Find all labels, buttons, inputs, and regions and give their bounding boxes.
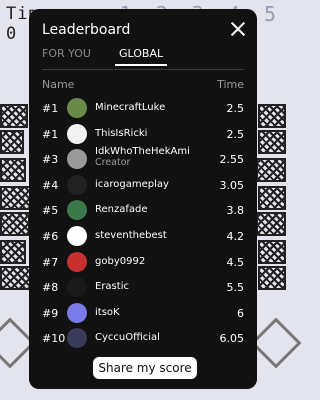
- leaderboard-row: #8 Erastic 5.5: [42, 275, 244, 301]
- player-name: ThisIsRicki: [95, 127, 148, 139]
- player-name: MinecraftLuke: [95, 102, 166, 113]
- scribble-block: [0, 130, 24, 154]
- avatar: [67, 200, 87, 221]
- row-rank: #7: [42, 255, 59, 269]
- leaderboard-tabs: FOR YOU GLOBAL: [42, 47, 244, 69]
- player-name: icarogameplay: [95, 178, 169, 190]
- leaderboard-row: #1 MinecraftLuke 2.5: [42, 96, 244, 122]
- scribble-block: [256, 212, 286, 236]
- row-time: 2.5: [226, 102, 245, 115]
- row-time: 5.5: [226, 281, 245, 295]
- row-time: 4.2: [226, 230, 245, 243]
- avatar: [67, 302, 87, 323]
- player-name: Erastic: [95, 281, 129, 293]
- scribble-block: [0, 104, 28, 128]
- tabs-divider: [42, 69, 244, 70]
- row-time: 2.5: [226, 127, 245, 141]
- scribble-block: [258, 240, 286, 264]
- player-name: itsoK: [95, 306, 120, 318]
- right-arrow-icon[interactable]: [250, 317, 302, 369]
- scribble-block: [258, 130, 286, 154]
- avatar: [67, 174, 87, 195]
- share-score-button[interactable]: Share my score: [93, 357, 197, 379]
- scribble-block: [0, 158, 26, 182]
- scribble-block: [258, 186, 286, 210]
- column-header-name: Name: [42, 78, 75, 91]
- scribble-block: [258, 104, 286, 128]
- avatar: [67, 123, 87, 144]
- leaderboard-row: #7 goby0992 4.5: [42, 250, 244, 276]
- leaderboard-row: #5 Renzafade 3.8: [42, 198, 244, 224]
- avatar: [67, 98, 87, 118]
- player-name: CyccuOfficial: [95, 332, 160, 344]
- row-rank: #8: [42, 281, 59, 295]
- row-rank: #5: [42, 204, 59, 218]
- player-role-label: Creator: [95, 157, 131, 169]
- player-name: goby0992: [95, 255, 146, 267]
- tab-for-you[interactable]: FOR YOU: [42, 47, 91, 64]
- close-icon[interactable]: [229, 20, 247, 38]
- row-time: 2.55: [219, 153, 245, 167]
- avatar: [67, 251, 87, 272]
- row-rank: #6: [42, 230, 59, 243]
- row-rank: #10: [42, 332, 66, 346]
- leaderboard-row: #1 ThisIsRicki 2.5: [42, 122, 244, 148]
- leaderboard-row: #10 CyccuOfficial 6.05: [42, 326, 244, 352]
- player-name: steventhebest: [95, 230, 167, 241]
- scribble-block: [0, 212, 30, 236]
- scribble-block: [258, 266, 286, 290]
- scribble-block: [256, 158, 286, 182]
- avatar: [67, 328, 87, 349]
- player-name: IdkWhoTheHekAmi: [95, 146, 190, 158]
- row-time: 3.8: [226, 204, 245, 218]
- row-rank: #9: [42, 306, 59, 320]
- row-time: 6.05: [219, 332, 245, 346]
- row-rank: #3: [42, 153, 59, 167]
- column-header-time: Time: [217, 78, 244, 91]
- game-score-text: 0: [6, 24, 17, 44]
- row-time: 4.5: [226, 255, 245, 269]
- row-rank: #1: [42, 127, 59, 141]
- scribble-block: [0, 186, 32, 210]
- player-name: Renzafade: [95, 204, 148, 216]
- avatar: [67, 149, 87, 170]
- leaderboard-row: #9 itsoK 6: [42, 301, 244, 327]
- scribble-block: [0, 266, 32, 290]
- avatar: [67, 226, 87, 246]
- row-time: 6: [237, 306, 244, 320]
- modal-title: Leaderboard: [42, 22, 131, 38]
- avatar: [67, 277, 87, 298]
- row-time: 3.05: [219, 178, 245, 192]
- tab-global[interactable]: GLOBAL: [115, 47, 168, 66]
- row-rank: #1: [42, 102, 59, 115]
- scribble-block: [0, 240, 26, 264]
- leaderboard-row: #4 icarogameplay 3.05: [42, 173, 244, 199]
- leaderboard-modal: Leaderboard FOR YOU GLOBAL Name Time #1 M…: [29, 9, 257, 389]
- leaderboard-row: #3 IdkWhoTheHekAmi Creator 2.55: [42, 146, 245, 173]
- leaderboard-row: #6 steventhebest 4.2: [42, 224, 244, 250]
- row-rank: #4: [42, 178, 59, 192]
